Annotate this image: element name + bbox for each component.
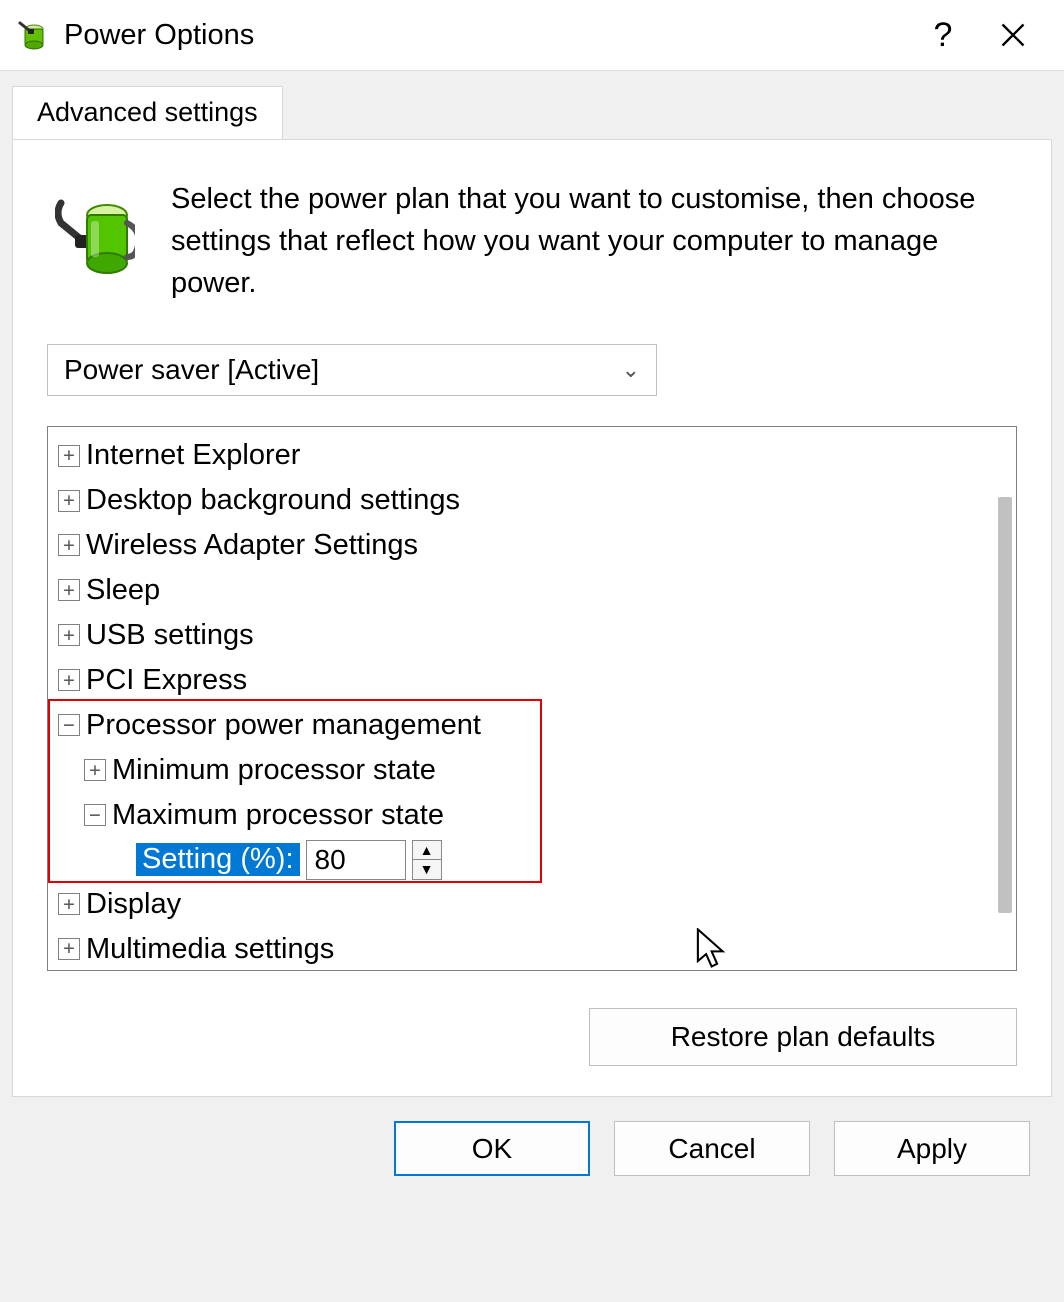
tree-item-label: Processor power management bbox=[86, 703, 481, 748]
plus-icon[interactable]: + bbox=[58, 624, 80, 646]
dialog-buttons: OK Cancel Apply bbox=[0, 1097, 1064, 1176]
window-title: Power Options bbox=[64, 19, 908, 52]
plus-icon[interactable]: + bbox=[58, 938, 80, 960]
tree-item-max-proc[interactable]: − Maximum processor state bbox=[52, 793, 990, 838]
tree-item-label: USB settings bbox=[86, 613, 254, 658]
tree-item-pci[interactable]: + PCI Express bbox=[52, 658, 990, 703]
plus-icon[interactable]: + bbox=[58, 534, 80, 556]
tree-item-label: Internet Explorer bbox=[86, 433, 300, 478]
cancel-button[interactable]: Cancel bbox=[614, 1121, 810, 1176]
battery-plug-icon bbox=[47, 178, 143, 288]
minus-icon[interactable]: − bbox=[58, 714, 80, 736]
dialog-body: Advanced settings Select the power plan … bbox=[0, 70, 1064, 1302]
spinner-up-icon[interactable]: ▲ bbox=[413, 841, 441, 861]
tree-item-processor[interactable]: − Processor power management bbox=[52, 703, 990, 748]
intro-text: Select the power plan that you want to c… bbox=[171, 178, 1017, 304]
close-button[interactable] bbox=[978, 5, 1048, 65]
restore-defaults-button[interactable]: Restore plan defaults bbox=[589, 1008, 1017, 1066]
battery-plug-icon bbox=[16, 17, 52, 53]
tree-item-desktop-bg[interactable]: + Desktop background settings bbox=[52, 478, 990, 523]
tree-item-ie[interactable]: + Internet Explorer bbox=[52, 433, 990, 478]
apply-button[interactable]: Apply bbox=[834, 1121, 1030, 1176]
tab-panel: Select the power plan that you want to c… bbox=[12, 139, 1052, 1097]
minus-icon[interactable]: − bbox=[84, 804, 106, 826]
tree-item-label: Minimum processor state bbox=[112, 748, 436, 793]
tree-item-display[interactable]: + Display bbox=[52, 882, 990, 927]
scrollbar-thumb[interactable] bbox=[998, 497, 1012, 913]
tree-item-usb[interactable]: + USB settings bbox=[52, 613, 990, 658]
power-plan-value: Power saver [Active] bbox=[64, 354, 319, 386]
plus-icon[interactable]: + bbox=[84, 759, 106, 781]
tree-item-min-proc[interactable]: + Minimum processor state bbox=[52, 748, 990, 793]
tab-advanced-settings[interactable]: Advanced settings bbox=[12, 86, 283, 140]
tree-item-label: Sleep bbox=[86, 568, 160, 613]
plus-icon[interactable]: + bbox=[58, 669, 80, 691]
tree-item-label: PCI Express bbox=[86, 658, 247, 703]
tree-item-label: Desktop background settings bbox=[86, 478, 460, 523]
tree-item-label: Wireless Adapter Settings bbox=[86, 523, 418, 568]
intro-row: Select the power plan that you want to c… bbox=[47, 178, 1017, 304]
plus-icon[interactable]: + bbox=[58, 445, 80, 467]
chevron-down-icon: ⌄ bbox=[622, 357, 640, 383]
scrollbar[interactable] bbox=[994, 427, 1016, 970]
tree-item-multimedia[interactable]: + Multimedia settings bbox=[52, 927, 990, 971]
help-button[interactable]: ? bbox=[908, 5, 978, 65]
tree-item-label: Multimedia settings bbox=[86, 927, 334, 971]
plus-icon[interactable]: + bbox=[58, 579, 80, 601]
plus-icon[interactable]: + bbox=[58, 893, 80, 915]
tree-item-label: Maximum processor state bbox=[112, 793, 444, 838]
tab-strip: Advanced settings bbox=[12, 71, 1052, 139]
power-plan-select[interactable]: Power saver [Active] ⌄ bbox=[47, 344, 657, 396]
setting-label[interactable]: Setting (%): bbox=[136, 843, 300, 876]
spinner-down-icon[interactable]: ▼ bbox=[413, 860, 441, 879]
plus-icon[interactable]: + bbox=[58, 490, 80, 512]
tree-content: + Internet Explorer + Desktop background… bbox=[48, 427, 994, 970]
setting-value-input[interactable] bbox=[306, 840, 406, 880]
spinner-buttons: ▲ ▼ bbox=[412, 840, 442, 880]
tree-item-wireless[interactable]: + Wireless Adapter Settings bbox=[52, 523, 990, 568]
tree-item-label: Display bbox=[86, 882, 181, 927]
settings-tree: + Internet Explorer + Desktop background… bbox=[47, 426, 1017, 971]
tree-item-sleep[interactable]: + Sleep bbox=[52, 568, 990, 613]
ok-button[interactable]: OK bbox=[394, 1121, 590, 1176]
max-proc-setting-row: Setting (%): ▲ ▼ bbox=[52, 838, 990, 882]
titlebar: Power Options ? bbox=[0, 0, 1064, 70]
